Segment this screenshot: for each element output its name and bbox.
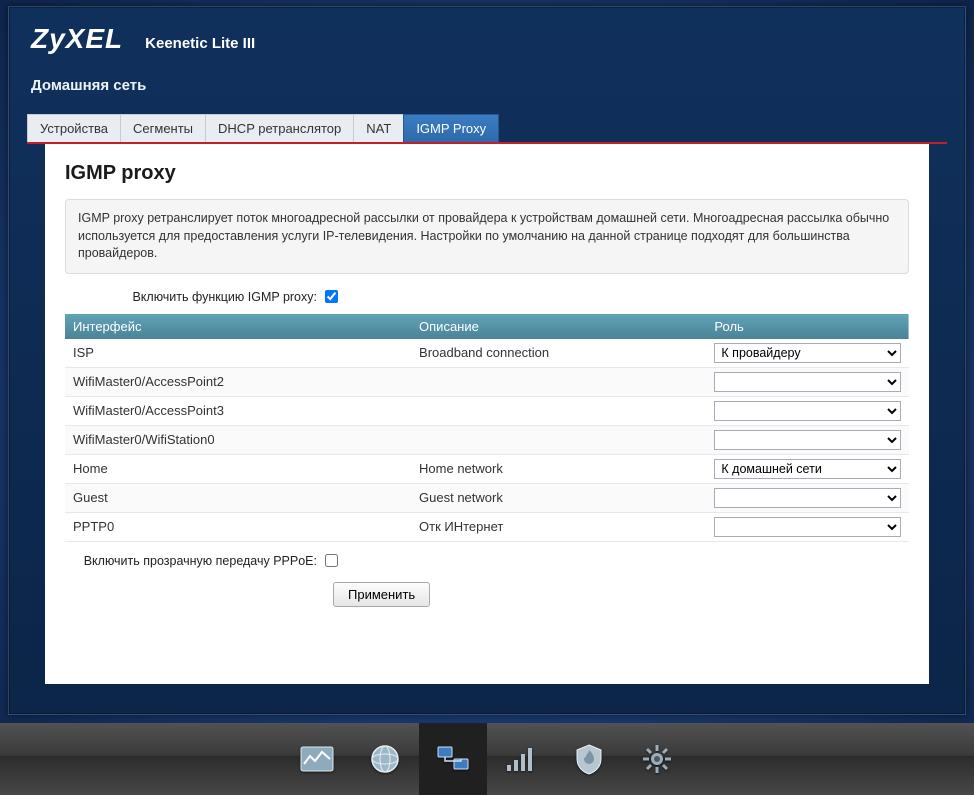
page-title: IGMP proxy [65, 162, 909, 185]
tab-устройства[interactable]: Устройства [27, 114, 121, 142]
cell-description: Guest network [411, 483, 706, 512]
apply-button[interactable]: Применить [333, 582, 430, 607]
pppoe-label: Включить прозрачную передачу PPPoE: [65, 554, 325, 568]
col-role: Роль [706, 314, 909, 339]
col-interface: Интерфейс [65, 314, 411, 339]
cell-interface: PPTP0 [65, 512, 411, 541]
wifi-icon[interactable] [487, 723, 555, 795]
device-model: Keenetic Lite III [145, 35, 255, 52]
enable-igmp-checkbox[interactable] [325, 290, 338, 303]
cell-interface: Guest [65, 483, 411, 512]
cell-interface: ISP [65, 339, 411, 368]
bottom-dock [0, 723, 974, 795]
info-box: IGMP proxy ретранслирует поток многоадре… [65, 199, 909, 274]
content-panel: IGMP proxy IGMP proxy ретранслирует пото… [45, 144, 929, 684]
cell-description: Broadband connection [411, 339, 706, 368]
role-select[interactable]: К провайдеруК домашней сети [714, 430, 901, 450]
interfaces-table: Интерфейс Описание Роль ISPBroadband con… [65, 314, 909, 542]
role-select[interactable]: К провайдеруК домашней сети [714, 372, 901, 392]
tab-сегменты[interactable]: Сегменты [120, 114, 206, 142]
role-select[interactable]: К провайдеруК домашней сети [714, 459, 901, 479]
table-row: WifiMaster0/AccessPoint2 К провайдеруК до… [65, 367, 909, 396]
header: ZyXEL Keenetic Lite III Домашняя сеть [9, 7, 965, 102]
cell-role: К провайдеруК домашней сети [706, 483, 909, 512]
pppoe-checkbox[interactable] [325, 554, 338, 567]
enable-igmp-row: Включить функцию IGMP proxy: [65, 290, 909, 304]
table-row: HomeHome network К провайдеруК домашней с… [65, 454, 909, 483]
cell-role: К провайдеруК домашней сети [706, 367, 909, 396]
cell-description [411, 367, 706, 396]
cell-description [411, 396, 706, 425]
main-frame: ZyXEL Keenetic Lite III Домашняя сеть Ус… [8, 6, 966, 715]
enable-igmp-label: Включить функцию IGMP proxy: [65, 290, 325, 304]
cell-description [411, 425, 706, 454]
pppoe-row: Включить прозрачную передачу PPPoE: [65, 554, 909, 568]
table-row: GuestGuest network К провайдеруК домашней… [65, 483, 909, 512]
table-row: WifiMaster0/AccessPoint3 К провайдеруК до… [65, 396, 909, 425]
globe-icon[interactable] [351, 723, 419, 795]
cell-interface: WifiMaster0/WifiStation0 [65, 425, 411, 454]
breadcrumb: Домашняя сеть [31, 77, 943, 94]
status-icon[interactable] [283, 723, 351, 795]
cell-role: К провайдеруК домашней сети [706, 425, 909, 454]
cell-interface: WifiMaster0/AccessPoint3 [65, 396, 411, 425]
table-row: ISPBroadband connection К провайдеруК дом… [65, 339, 909, 368]
role-select[interactable]: К провайдеруК домашней сети [714, 401, 901, 421]
cell-role: К провайдеруК домашней сети [706, 454, 909, 483]
cell-description: Отк ИНтернет [411, 512, 706, 541]
settings-icon[interactable] [623, 723, 691, 795]
brand-logo: ZyXEL [31, 23, 123, 55]
role-select[interactable]: К провайдеруК домашней сети [714, 488, 901, 508]
firewall-icon[interactable] [555, 723, 623, 795]
tab-nat[interactable]: NAT [353, 114, 404, 142]
network-icon[interactable] [419, 723, 487, 795]
cell-role: К провайдеруК домашней сети [706, 339, 909, 368]
tab-dhcp-ретранслятор[interactable]: DHCP ретранслятор [205, 114, 354, 142]
cell-interface: WifiMaster0/AccessPoint2 [65, 367, 411, 396]
table-row: WifiMaster0/WifiStation0 К провайдеруК до… [65, 425, 909, 454]
cell-interface: Home [65, 454, 411, 483]
tab-bar: УстройстваСегментыDHCP ретрансляторNATIG… [27, 114, 947, 144]
col-description: Описание [411, 314, 706, 339]
role-select[interactable]: К провайдеруК домашней сети [714, 517, 901, 537]
role-select[interactable]: К провайдеруК домашней сети [714, 343, 901, 363]
table-row: PPTP0Отк ИНтернет К провайдеруК домашней … [65, 512, 909, 541]
tab-igmp-proxy[interactable]: IGMP Proxy [403, 114, 499, 142]
cell-role: К провайдеруК домашней сети [706, 512, 909, 541]
cell-description: Home network [411, 454, 706, 483]
cell-role: К провайдеруК домашней сети [706, 396, 909, 425]
